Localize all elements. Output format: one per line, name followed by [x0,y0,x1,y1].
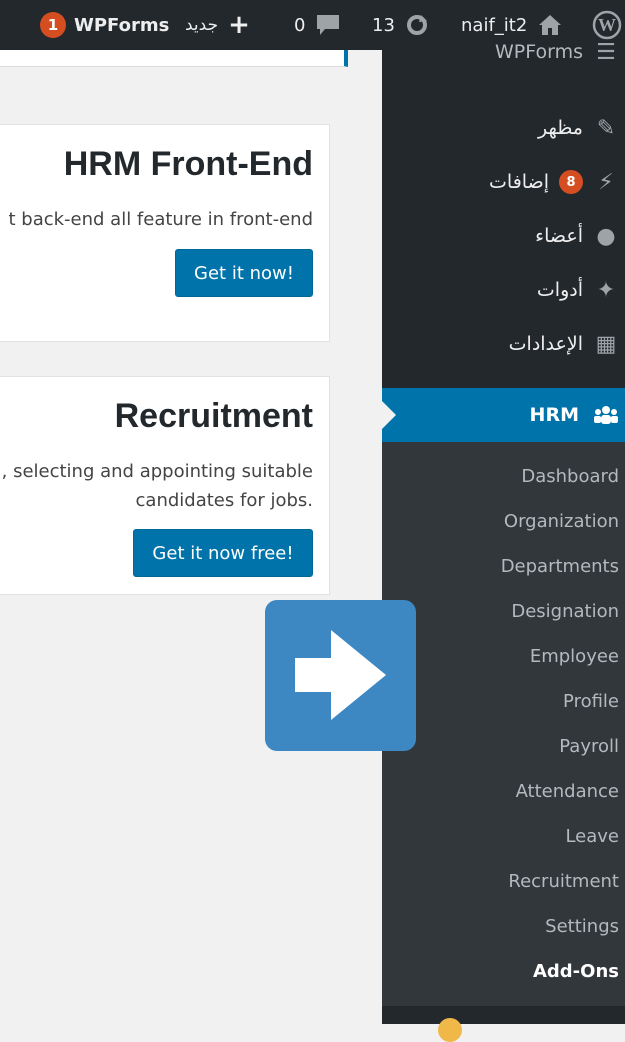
comments-count: 0 [294,14,306,36]
sidebar-item-hrm[interactable]: HRM [382,388,625,442]
sidebar-item-label: إضافات [489,171,549,193]
card-title: Recruitment [114,397,313,435]
sidebar-item-users[interactable]: أعضاء ● [382,208,625,264]
submenu-dashboard[interactable]: Dashboard [521,466,619,487]
sidebar-item-label: أدوات [536,279,583,301]
group-icon [594,406,618,424]
top-panel-edge [0,50,348,67]
addon-card-recruitment: Recruitment , selecting and appointing s… [0,376,330,595]
wrench-icon: ✦ [596,277,616,303]
get-it-now-button[interactable]: Get it now! [175,249,313,297]
comments-menu[interactable]: 0 [294,0,341,50]
wpforms-menu[interactable]: 1 WPForms [40,0,169,50]
forms-icon: ☰ [596,39,616,65]
submenu-recruitment[interactable]: Recruitment [508,871,619,892]
sidebar-item-label: HRM [529,404,579,426]
submenu-attendance[interactable]: Attendance [516,781,619,802]
sidebar-item-wpforms[interactable]: WPForms ☰ [382,30,625,74]
get-it-now-free-button[interactable]: Get it now free! [133,529,313,577]
arrow-overlay [265,600,416,751]
card-description-line-2: candidates for jobs. [135,490,313,511]
comment-icon [317,15,340,35]
partial-status-icon [438,1018,462,1042]
submenu-add-ons[interactable]: Add-Ons [533,961,619,982]
card-description: t back-end all feature in front-end [8,209,314,230]
current-menu-arrow [381,400,396,430]
sidebar-item-settings[interactable]: الإعدادات ▦ [382,316,625,372]
submenu-organization[interactable]: Organization [504,511,619,532]
brush-icon: ✎ [596,115,616,141]
sidebar-item-tools[interactable]: أدوات ✦ [382,262,625,318]
sidebar-item-plugins[interactable]: إضافات 8 ⚡ [382,154,625,210]
new-content-menu[interactable]: جديد + [185,0,250,50]
user-icon: ● [596,223,616,249]
arrow-right-icon [295,630,386,720]
card-title: HRM Front-End [63,145,313,183]
wpforms-label: WPForms [74,14,170,36]
sidebar-item-label: الإعدادات [508,333,583,355]
submenu-leave[interactable]: Leave [565,826,619,847]
main-content: HRM Front-End t back-end all feature in … [0,50,382,1024]
wpforms-notification-badge: 1 [40,12,66,38]
submenu-departments[interactable]: Departments [501,556,619,577]
submenu-settings[interactable]: Settings [545,916,619,937]
submenu-payroll[interactable]: Payroll [559,736,619,757]
card-description-line-1: , selecting and appointing suitable [1,461,313,482]
submenu-designation[interactable]: Designation [511,601,619,622]
sidebar-item-label: WPForms [494,41,583,63]
admin-sidebar: WPForms ☰ مظهر ✎ إضافات 8 ⚡ أعضاء ● أدوا… [381,40,625,1042]
plus-icon: + [228,10,250,40]
sidebar-item-appearance[interactable]: مظهر ✎ [382,100,625,156]
hrm-submenu: Dashboard Organization Departments Desig… [382,442,625,1006]
sidebar-item-label: أعضاء [535,225,583,247]
settings-icon: ▦ [595,331,617,357]
submenu-employee[interactable]: Employee [530,646,619,667]
plugin-icon: ⚡ [598,169,614,195]
submenu-profile[interactable]: Profile [563,691,619,712]
sidebar-item-label: مظهر [537,117,583,139]
new-label: جديد [185,15,219,35]
plugins-update-badge: 8 [559,170,583,194]
addon-card-hrm-front-end: HRM Front-End t back-end all feature in … [0,124,330,342]
